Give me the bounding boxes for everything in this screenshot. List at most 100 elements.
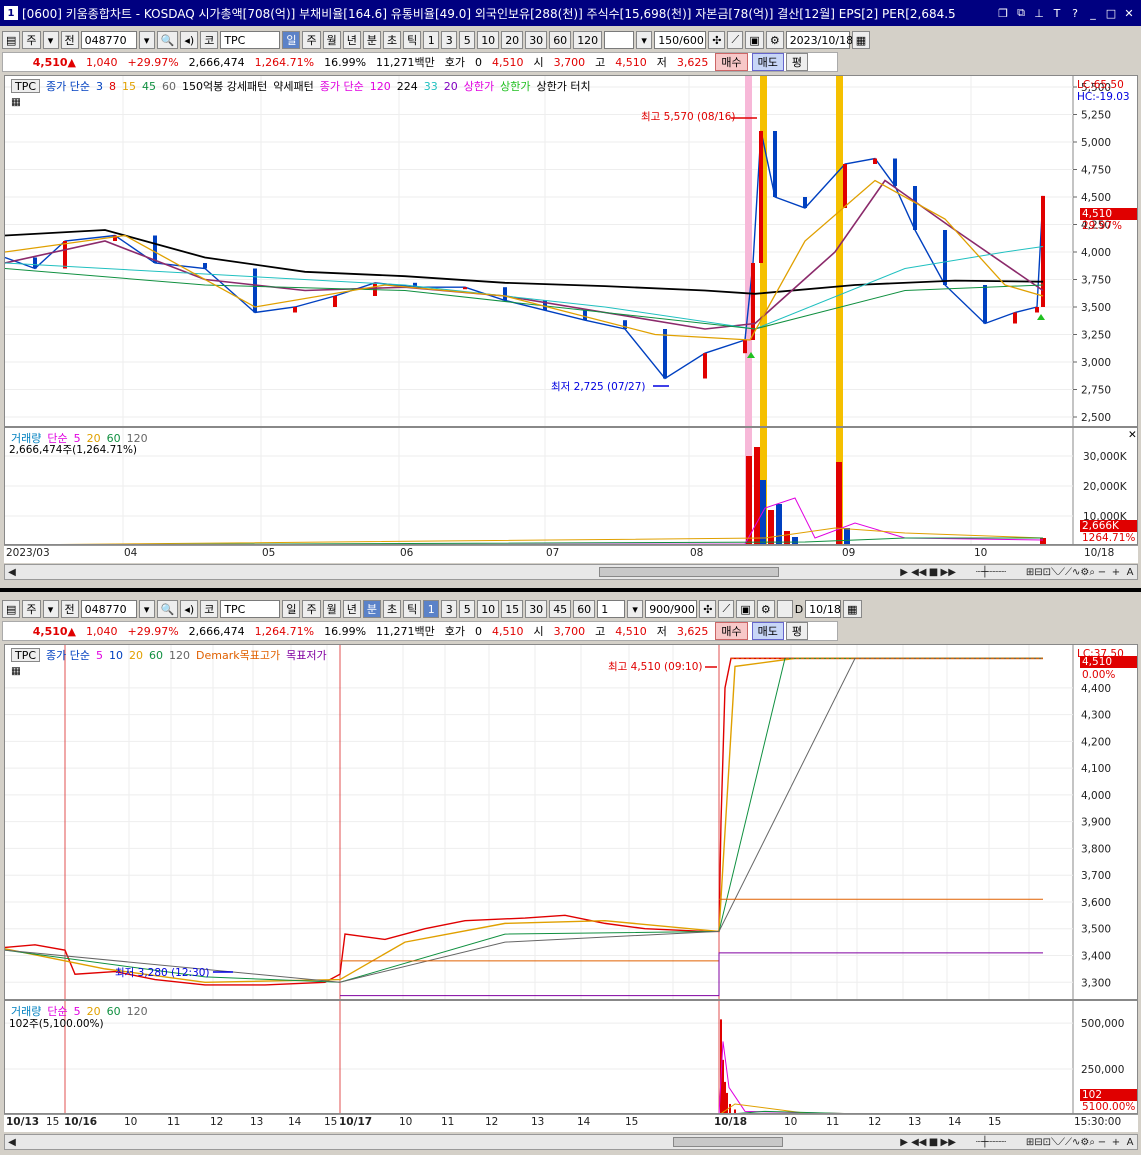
indicator-icon[interactable]: ⟋	[718, 600, 735, 618]
num-3[interactable]: 3	[441, 31, 458, 49]
draw-icon[interactable]: ⟍⟋⟋∿	[1051, 565, 1080, 579]
grid-icon[interactable]: ▦	[11, 96, 21, 108]
draw-icon[interactable]: ⟍⟋⟋∿	[1051, 1135, 1080, 1149]
forward-icon[interactable]: ▶▶	[941, 565, 956, 579]
period-day[interactable]: 일	[282, 31, 301, 49]
kind-select[interactable]: 주	[22, 31, 41, 49]
pyeong-button[interactable]: 평	[785, 53, 809, 71]
num-5[interactable]: 5	[459, 600, 476, 618]
zoom-in-icon[interactable]: +	[1109, 565, 1123, 579]
period-tick[interactable]: 틱	[403, 31, 422, 49]
market-label[interactable]: 코	[200, 31, 219, 49]
help-icon[interactable]: ?	[1067, 5, 1083, 21]
unit-dropdown-icon[interactable]: ▾	[636, 31, 653, 49]
calendar-icon[interactable]: ▦	[851, 31, 871, 49]
num-30[interactable]: 30	[525, 31, 548, 49]
num-60[interactable]: 60	[573, 600, 596, 618]
top-price-chart[interactable]: 5,500 5,250 5,000 4,750 4,500 4,250 4,000 3,750…	[4, 75, 1138, 427]
speaker-icon[interactable]: ◂)	[180, 31, 199, 49]
num-30[interactable]: 30	[525, 600, 548, 618]
period-minute[interactable]: 분	[362, 600, 381, 618]
zoom-slider[interactable]: ┈┼┈┈┈	[956, 565, 1026, 579]
save-icon[interactable]: ▣	[736, 600, 755, 618]
stock-name-field[interactable]: TPC	[220, 600, 281, 618]
period-second[interactable]: 초	[382, 600, 402, 618]
scroll-thumb[interactable]	[599, 567, 779, 577]
num-10[interactable]: 10	[477, 31, 500, 49]
num-20[interactable]: 20	[501, 31, 524, 49]
d-checkbox[interactable]	[776, 600, 793, 618]
calendar-icon[interactable]: ▦	[843, 600, 862, 618]
text-tool-icon[interactable]: A	[1123, 565, 1137, 579]
scroll-thumb[interactable]	[673, 1137, 783, 1147]
pyeong-button[interactable]: 평	[785, 622, 809, 640]
market-label[interactable]: 코	[200, 600, 219, 618]
count-input[interactable]: 150/600	[654, 31, 707, 49]
legend-stock-name[interactable]: TPC	[11, 79, 41, 93]
num-5[interactable]: 5	[459, 31, 476, 49]
period-year[interactable]: 년	[342, 31, 361, 49]
period-week[interactable]: 주	[302, 600, 321, 618]
text-tool-icon[interactable]: A	[1123, 1135, 1137, 1149]
period-day[interactable]: 일	[282, 600, 301, 618]
stop-icon[interactable]: ■	[927, 1135, 941, 1149]
font-icon[interactable]: T	[1049, 5, 1065, 21]
rewind-icon[interactable]: ◀◀	[911, 565, 926, 579]
period-second[interactable]: 초	[382, 31, 402, 49]
restore-icon[interactable]: ❐	[995, 5, 1011, 21]
save-icon[interactable]: ▣	[745, 31, 764, 49]
zoom-out-icon[interactable]: −	[1095, 565, 1109, 579]
kind-dropdown-icon[interactable]: ▾	[42, 600, 59, 618]
code-input[interactable]: 048770	[80, 31, 137, 49]
num-10[interactable]: 10	[477, 600, 500, 618]
code-dropdown-icon[interactable]: ▾	[138, 600, 155, 618]
play-icon[interactable]: ▶	[897, 1135, 911, 1149]
tools-icon[interactable]: ⊞⊟⊡	[1026, 1135, 1051, 1149]
gear-icon[interactable]: ⚙	[765, 31, 784, 49]
unit-input[interactable]	[604, 31, 635, 49]
scroll-track[interactable]	[23, 1137, 893, 1147]
top-scrollbar[interactable]: ◀ ▶ ◀◀ ■ ▶▶ ┈┼┈┈┈ ⊞⊟⊡ ⟍⟋⟋∿ ⚙⌕ − + A	[4, 564, 1138, 580]
kind-select[interactable]: 주	[22, 600, 41, 618]
prev-button[interactable]: 전	[60, 31, 79, 49]
pin-icon[interactable]: ⊥	[1031, 5, 1047, 21]
kind-dropdown-icon[interactable]: ▾	[42, 31, 59, 49]
period-week[interactable]: 주	[302, 31, 321, 49]
scroll-left-icon[interactable]: ◀	[5, 565, 19, 579]
prev-button[interactable]: 전	[60, 600, 79, 618]
layout-icon[interactable]: ▤	[2, 31, 21, 49]
tools-icon[interactable]: ⊞⊟⊡	[1026, 565, 1051, 579]
buy-button[interactable]: 매수	[715, 53, 748, 71]
scroll-track[interactable]	[23, 567, 893, 577]
settings-icon[interactable]: ⚙⌕	[1080, 565, 1095, 579]
num-60[interactable]: 60	[549, 31, 572, 49]
period-month[interactable]: 월	[322, 600, 341, 618]
num-3[interactable]: 3	[441, 600, 458, 618]
zoom-slider[interactable]: ┈┼┈┈┈	[956, 1135, 1026, 1149]
maximize-icon[interactable]: □	[1103, 5, 1119, 21]
gear-icon[interactable]: ⚙	[756, 600, 775, 618]
count-input[interactable]: 900/900	[645, 600, 698, 618]
stock-name-field[interactable]: TPC	[220, 31, 281, 49]
period-year[interactable]: 년	[342, 600, 361, 618]
bottom-volume-chart[interactable]: 500,000 250,000 거래량 단순 5 20 60 120 102주(5…	[4, 1000, 1138, 1114]
sell-button[interactable]: 매도	[751, 622, 784, 640]
rewind-icon[interactable]: ◀◀	[911, 1135, 926, 1149]
num-15[interactable]: 15	[501, 600, 524, 618]
grid-icon[interactable]: ▦	[11, 665, 21, 677]
top-volume-chart[interactable]: 30,000K 20,000K 10,000K 거래량 단순 5 20 60 120…	[4, 427, 1138, 545]
date-input[interactable]: 2023/10/18	[785, 31, 853, 49]
scroll-left-icon[interactable]: ◀	[5, 1135, 19, 1149]
speaker-icon[interactable]: ◂)	[180, 600, 199, 618]
play-icon[interactable]: ▶	[897, 565, 911, 579]
settings-icon[interactable]: ⚙⌕	[1080, 1135, 1095, 1149]
num-1[interactable]: 1	[423, 600, 440, 618]
buy-button[interactable]: 매수	[715, 622, 748, 640]
zoom-in-icon[interactable]: +	[1109, 1135, 1123, 1149]
search-icon[interactable]: 🔍	[156, 600, 179, 618]
zoom-out-icon[interactable]: −	[1095, 1135, 1109, 1149]
period-tick[interactable]: 틱	[403, 600, 422, 618]
tool-icon[interactable]: ✣	[699, 600, 717, 618]
legend-stock-name[interactable]: TPC	[11, 648, 41, 662]
stop-icon[interactable]: ■	[927, 565, 941, 579]
